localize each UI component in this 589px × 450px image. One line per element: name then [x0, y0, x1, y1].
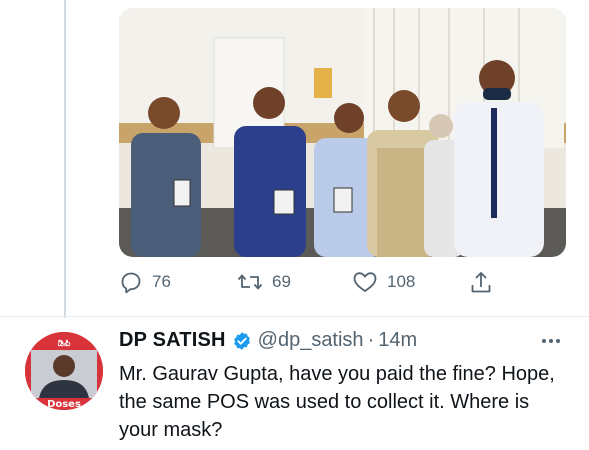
separator-dot: · [367, 329, 375, 351]
avatar-text-bottom: Doses [47, 399, 81, 410]
more-options-button[interactable] [538, 333, 564, 349]
tweet-timestamp[interactable]: 14m [378, 329, 417, 352]
retweet-count: 69 [272, 272, 291, 291]
more-options-icon [538, 336, 564, 353]
verified-badge-icon [232, 331, 252, 351]
retweet-button[interactable]: 69 [237, 270, 291, 294]
share-button[interactable] [469, 270, 493, 296]
like-icon [352, 270, 378, 294]
avatar[interactable]: ಡಿಪಿ Doses [25, 332, 103, 410]
tweet-body-text: Mr. Gaurav Gupta, have you paid the fine… [119, 363, 555, 441]
like-count: 108 [387, 272, 416, 291]
author-name[interactable]: DP SATISH [119, 329, 226, 352]
author-handle[interactable]: @dp_satish [258, 329, 364, 352]
tweet-photo[interactable] [119, 8, 566, 257]
like-button[interactable]: 108 [352, 270, 415, 294]
retweet-icon [237, 270, 263, 294]
tweet-header: DP SATISH @dp_satish · 14m [119, 329, 417, 352]
tweet-divider [0, 316, 589, 317]
reply-icon [119, 270, 143, 294]
share-icon [469, 270, 493, 296]
avatar-text-top: ಡಿಪಿ [58, 338, 71, 349]
thread-connector-line [64, 0, 66, 318]
reply-count: 76 [152, 272, 171, 291]
reply-button[interactable]: 76 [119, 270, 171, 294]
tweet-action-bar: 76 69 108 [119, 270, 559, 300]
